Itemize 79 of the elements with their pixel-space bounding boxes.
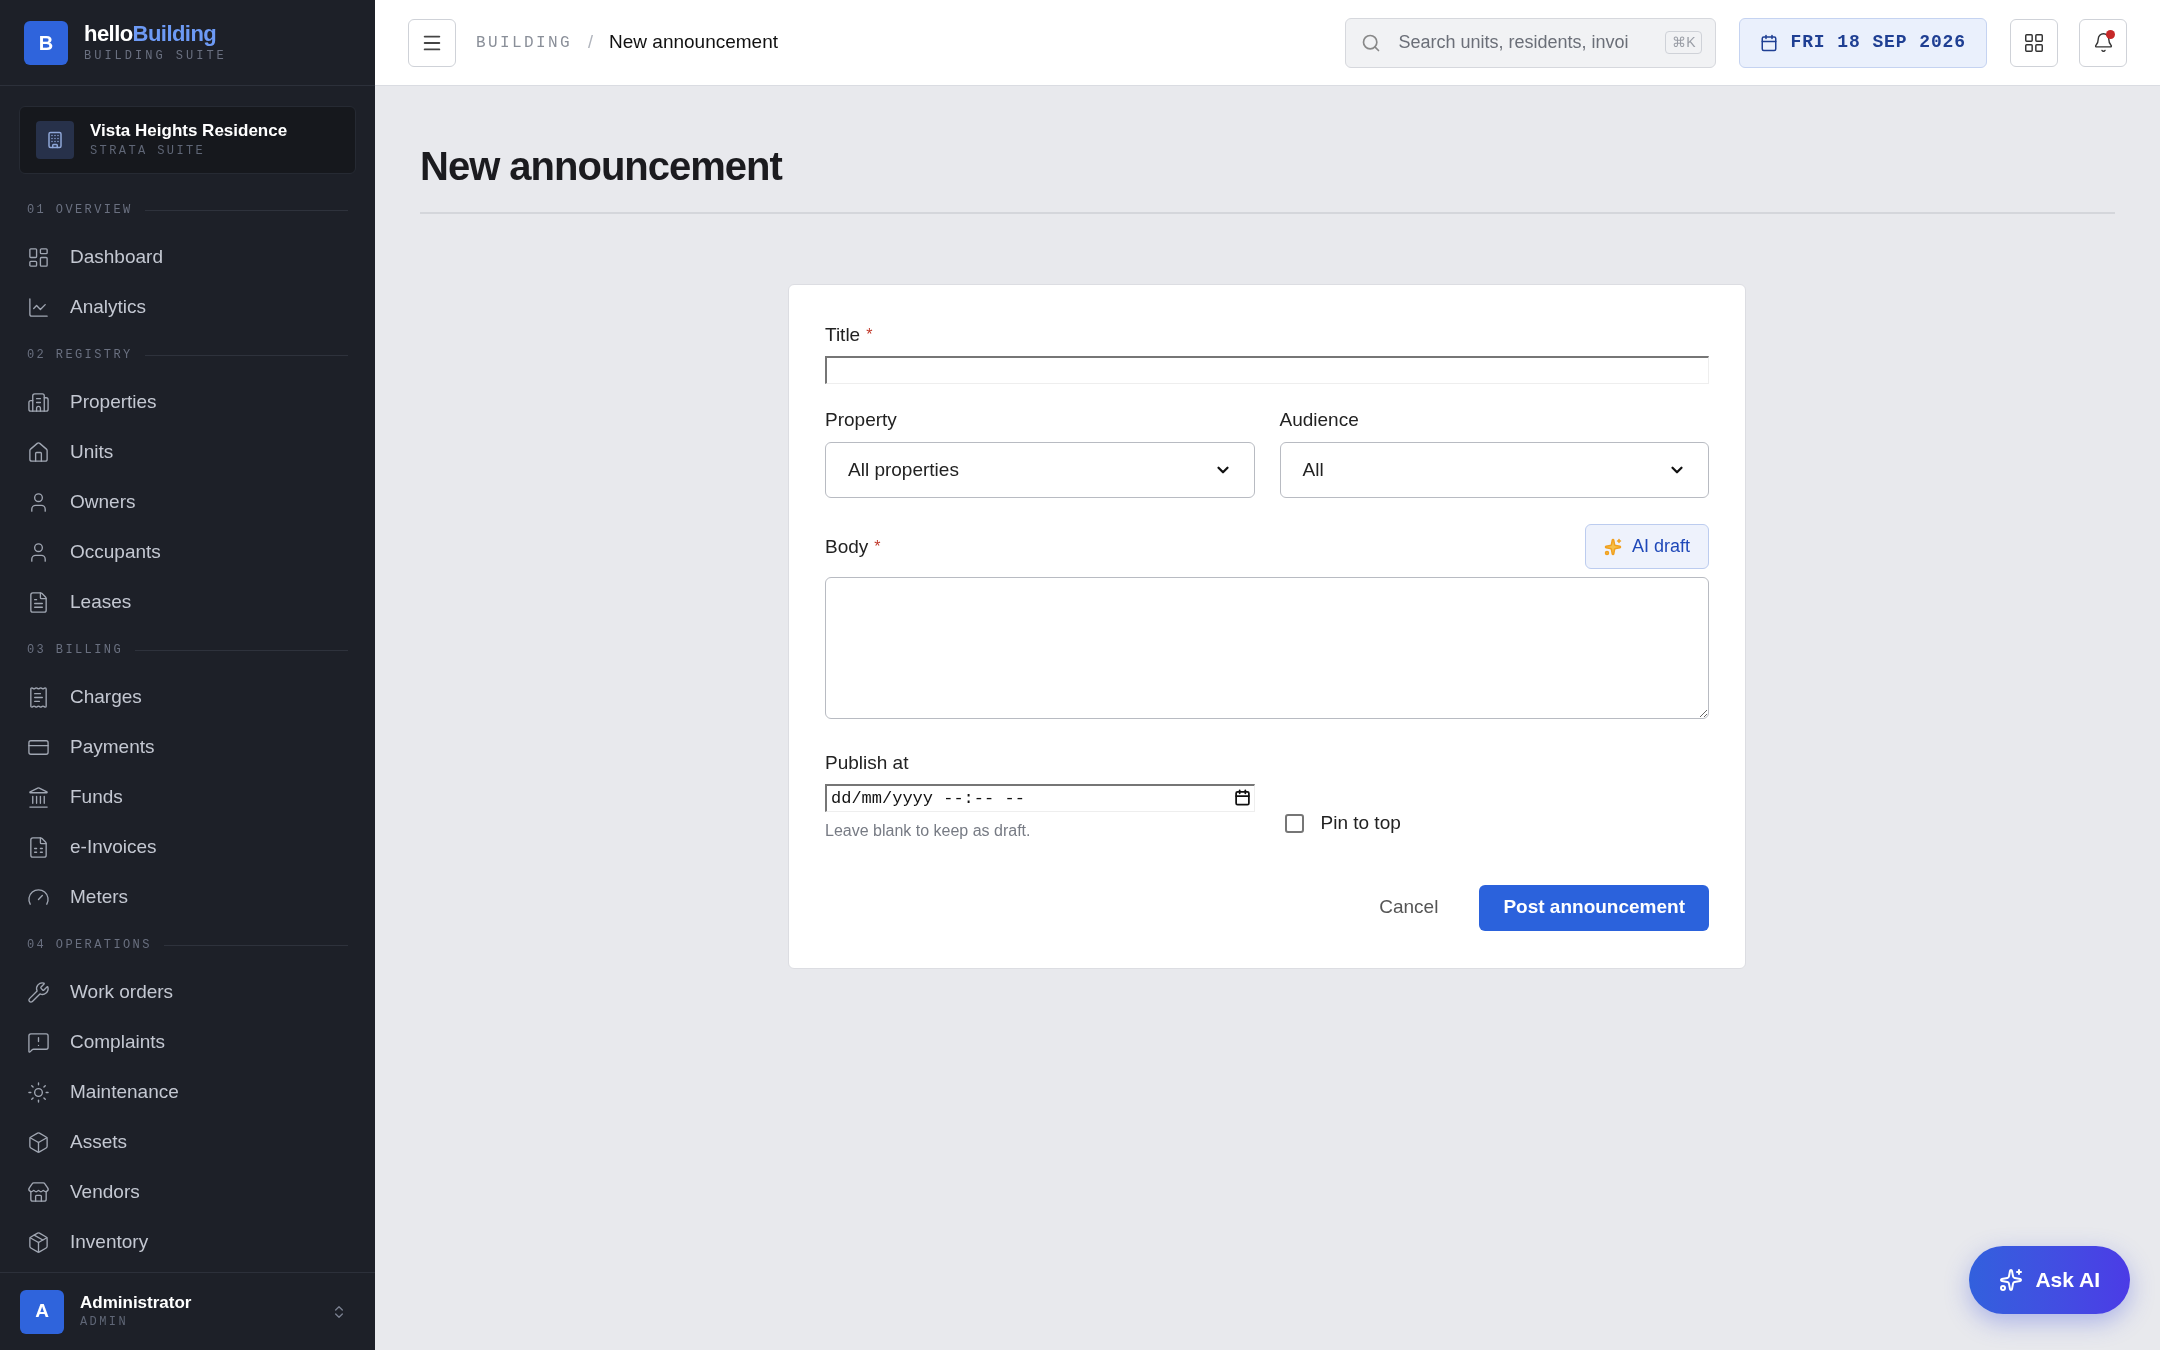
receipt-icon	[27, 685, 50, 709]
user-role: ADMIN	[80, 1314, 129, 1332]
shortcut-hint: ⌘K	[1665, 30, 1703, 54]
nav-item[interactable]: Owners	[19, 477, 356, 527]
property-switcher[interactable]: Vista Heights Residence STRATA SUITE	[19, 106, 356, 174]
property-subtitle: STRATA SUITE	[90, 142, 207, 160]
property-name: Vista Heights Residence	[90, 120, 288, 142]
sun-icon	[27, 1080, 50, 1104]
sparkles-icon	[1999, 1268, 2024, 1292]
building-icon	[27, 390, 50, 414]
user-name: Administrator	[80, 1291, 193, 1314]
nav-item[interactable]: Funds	[19, 772, 356, 822]
nav-item[interactable]: Properties	[19, 377, 356, 427]
nav-item[interactable]: Vendors	[19, 1167, 356, 1217]
field-label: Audience	[1279, 407, 1359, 432]
date-button[interactable]: FRI 18 SEP 2026	[1739, 17, 1987, 68]
nav-item[interactable]: Payments	[19, 722, 356, 772]
field-label: Publish at	[825, 751, 909, 775]
nav-item[interactable]: Assets	[19, 1117, 356, 1167]
section-heading: 02 REGISTRY	[27, 347, 133, 364]
wrench-icon	[27, 980, 50, 1004]
pin-checkbox[interactable]	[1284, 813, 1304, 833]
line-chart-icon	[27, 295, 50, 319]
submit-button[interactable]: Post announcement	[1479, 884, 1709, 931]
breadcrumb-separator: /	[588, 31, 594, 54]
cube-icon	[27, 1130, 50, 1154]
title-input[interactable]	[825, 355, 1709, 384]
brand-name: helloBuilding	[84, 19, 218, 48]
section-heading: 03 BILLING	[27, 642, 124, 659]
section-heading: 04 OPERATIONS	[27, 937, 152, 954]
grid-icon	[2023, 31, 2045, 54]
document-icon	[27, 590, 50, 614]
nav-item[interactable]: Analytics	[19, 282, 356, 332]
user-avatar: A	[20, 1289, 64, 1334]
field-label: Title	[825, 323, 861, 347]
field-label: Body	[825, 534, 869, 559]
nav-item[interactable]: Units	[19, 427, 356, 477]
help-text: Leave blank to keep as draft.	[825, 820, 1032, 841]
section-heading: 01 OVERVIEW	[27, 202, 133, 219]
nav-item[interactable]: Leases	[19, 577, 356, 627]
page-title: New announcement	[420, 86, 2115, 214]
nav-item[interactable]: e-Invoices	[19, 822, 356, 872]
breadcrumb-current: New announcement	[609, 30, 779, 55]
required-mark: *	[874, 536, 881, 557]
calendar-icon	[1234, 788, 1251, 806]
sparkles-icon	[1603, 537, 1622, 556]
brand-tagline: BUILDING SUITE	[84, 48, 227, 66]
nav-item[interactable]: Work orders	[19, 967, 356, 1017]
nav-item[interactable]: Charges	[19, 672, 356, 722]
house-icon	[27, 440, 50, 464]
dropdown[interactable]: All	[1279, 442, 1709, 498]
cancel-button[interactable]: Cancel	[1363, 884, 1455, 931]
required-mark: *	[866, 325, 873, 346]
nav-item[interactable]: Inventory	[19, 1217, 356, 1267]
dashboard-icon	[27, 245, 50, 269]
checkbox-label: Pin to top	[1320, 811, 1401, 835]
logo-badge: B	[24, 20, 68, 65]
nav-item[interactable]: Maintenance	[19, 1067, 356, 1117]
search-icon	[1361, 32, 1382, 53]
document-icon	[27, 835, 50, 859]
menu-button[interactable]	[408, 18, 456, 67]
field-label: Property	[825, 407, 897, 432]
building-icon	[36, 121, 74, 159]
notifications-button[interactable]	[2079, 18, 2127, 67]
bell-icon	[2092, 32, 2114, 53]
nav-item[interactable]: Meters	[19, 872, 356, 922]
datetime-field[interactable]: dd/mm/yyyy --:-- --	[825, 783, 1255, 812]
apps-button[interactable]	[2010, 18, 2058, 67]
calendar-icon	[1760, 33, 1779, 52]
dropdown[interactable]: All properties	[825, 442, 1255, 498]
nav-item[interactable]: Occupants	[19, 527, 356, 577]
nav-item[interactable]: Dashboard	[19, 232, 356, 282]
package-icon	[27, 1230, 50, 1254]
store-icon	[27, 1180, 50, 1204]
ai-draft-button[interactable]: AI draft	[1584, 524, 1709, 569]
message-alert-icon	[27, 1030, 50, 1054]
nav-item[interactable]: Complaints	[19, 1017, 356, 1067]
ask-ai-button[interactable]: Ask AI	[1969, 1246, 2130, 1314]
bank-icon	[27, 785, 50, 809]
